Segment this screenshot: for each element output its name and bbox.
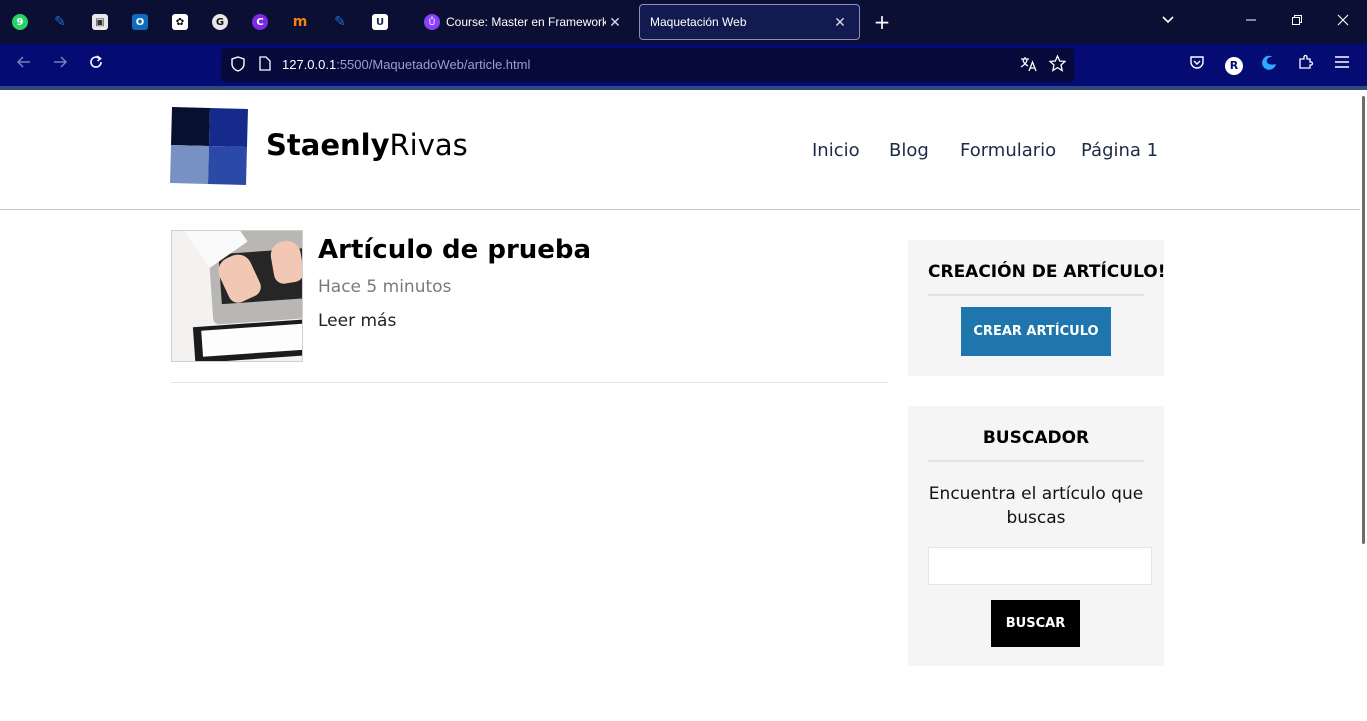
pinned-tab-notes[interactable]: ✎ — [40, 0, 80, 44]
search-description: Encuentra el artículo que buscas — [928, 484, 1144, 528]
page-scrollbar[interactable] — [1360, 90, 1367, 721]
browser-navigation-bar: 127.0.0.1:5500/MaquetadoWeb/article.html… — [0, 44, 1367, 86]
contacts-icon: ▣ — [92, 14, 108, 30]
profile-r-icon[interactable]: R — [1223, 54, 1245, 76]
widget-title: CREACIÓN DE ARTÍCULO! — [928, 262, 1166, 296]
pinned-tab-grammarly[interactable]: G — [200, 0, 240, 44]
pinned-tab-moodle[interactable]: m — [280, 0, 320, 44]
moodle-icon: m — [292, 14, 308, 30]
url-host: 127.0.0.1 — [282, 57, 337, 72]
back-button[interactable] — [12, 53, 36, 77]
forward-button[interactable] — [48, 53, 72, 77]
notes-icon: ✎ — [54, 14, 66, 30]
close-icon[interactable]: ✕ — [831, 14, 849, 31]
article-image[interactable] — [171, 230, 303, 362]
pinned-tab-notes-2[interactable]: ✎ — [320, 0, 360, 44]
close-window-button[interactable] — [1320, 0, 1366, 44]
article-date: Hace 5 minutos — [318, 277, 452, 297]
restore-button[interactable] — [1274, 0, 1320, 44]
pinned-tab-udemy[interactable]: U — [360, 0, 400, 44]
chevron-down-icon[interactable] — [1156, 10, 1180, 34]
search-widget: BUSCADOR Encuentra el artículo que busca… — [908, 406, 1164, 666]
pinned-tabs: 9 ✎ ▣ O ✿ G C m ✎ U — [0, 0, 400, 44]
logo-regular-text: Rivas — [389, 128, 468, 162]
read-more-link[interactable]: Leer más — [318, 311, 396, 331]
web-page: StaenlyRivas Inicio Blog Formulario Pági… — [0, 90, 1360, 721]
minimize-button[interactable] — [1228, 0, 1274, 44]
article-item: Artículo de prueba Hace 5 minutos Leer m… — [171, 230, 888, 383]
pinned-tab-chatgpt[interactable]: ✿ — [160, 0, 200, 44]
new-tab-button[interactable]: + — [870, 8, 894, 36]
bookmark-star-icon[interactable] — [1047, 54, 1067, 75]
canva-icon: C — [252, 14, 268, 30]
tab-title: Maquetación Web — [650, 15, 747, 29]
url-text[interactable]: 127.0.0.1:5500/MaquetadoWeb/article.html — [282, 57, 530, 72]
pinned-tab-contacts[interactable]: ▣ — [80, 0, 120, 44]
translate-icon[interactable] — [1019, 56, 1039, 74]
create-article-widget: CREACIÓN DE ARTÍCULO! CREAR ARTÍCULO — [908, 240, 1166, 376]
grammarly-icon: G — [212, 14, 228, 30]
pinned-tab-outlook[interactable]: O — [120, 0, 160, 44]
extension-edge-icon[interactable] — [1259, 54, 1281, 76]
address-bar[interactable]: 127.0.0.1:5500/MaquetadoWeb/article.html — [221, 48, 1074, 82]
hamburger-menu-icon[interactable] — [1331, 54, 1353, 76]
logo-icon[interactable] — [170, 107, 248, 185]
tab-title: Course: Master en Frameworks — [446, 15, 606, 29]
notes-icon: ✎ — [334, 14, 346, 30]
udemy-business-icon: U — [372, 14, 388, 30]
tab-course[interactable]: Ů Course: Master en Frameworks ✕ — [414, 4, 634, 40]
search-input[interactable] — [928, 547, 1152, 585]
close-icon[interactable]: ✕ — [606, 14, 624, 31]
whatsapp-icon: 9 — [12, 14, 28, 30]
create-article-button[interactable]: CREAR ARTÍCULO — [961, 307, 1111, 356]
url-path: :5500/MaquetadoWeb/article.html — [336, 57, 531, 72]
search-button[interactable]: BUSCAR — [991, 600, 1080, 647]
browser-tab-bar: 9 ✎ ▣ O ✿ G C m ✎ U Ů Course: Master en … — [0, 0, 1367, 44]
article-title[interactable]: Artículo de prueba — [318, 235, 591, 265]
nav-link-blog[interactable]: Blog — [889, 140, 929, 161]
outlook-icon: O — [132, 14, 148, 30]
nav-link-pagina-1[interactable]: Página 1 — [1081, 140, 1158, 161]
nav-link-inicio[interactable]: Inicio — [812, 140, 860, 161]
page-icon[interactable] — [257, 56, 273, 74]
site-logo-text[interactable]: StaenlyRivas — [266, 128, 468, 162]
site-header: StaenlyRivas Inicio Blog Formulario Pági… — [0, 90, 1360, 210]
nav-link-formulario[interactable]: Formulario — [960, 140, 1056, 161]
chatgpt-icon: ✿ — [172, 14, 188, 30]
pinned-tab-whatsapp[interactable]: 9 — [0, 0, 40, 44]
tab-maquetacion-web[interactable]: Maquetación Web ✕ — [639, 4, 860, 40]
pinned-tab-canva[interactable]: C — [240, 0, 280, 44]
udemy-icon: Ů — [424, 14, 440, 30]
extensions-icon[interactable] — [1295, 54, 1317, 76]
pocket-icon[interactable] — [1186, 54, 1208, 76]
widget-title: BUSCADOR — [928, 428, 1144, 462]
scrollbar-thumb[interactable] — [1362, 96, 1365, 544]
reload-button[interactable] — [84, 53, 108, 77]
logo-bold-text: Staenly — [266, 128, 390, 162]
shield-icon[interactable] — [229, 56, 247, 74]
